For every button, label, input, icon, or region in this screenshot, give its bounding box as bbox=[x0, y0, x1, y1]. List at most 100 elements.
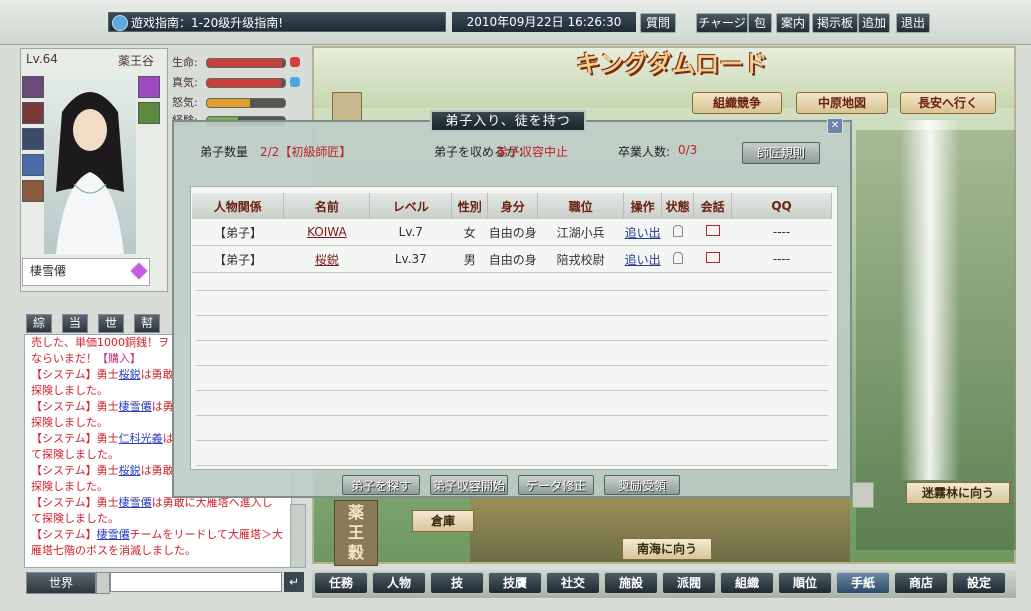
guild-label: 薬王谷 bbox=[118, 54, 155, 68]
col-relation: 人物関係 bbox=[192, 193, 285, 219]
menu-button-3[interactable]: 技贋 bbox=[488, 572, 542, 594]
chat-text: 売した、単価1000銅銭！ヲ bbox=[31, 336, 169, 349]
character-portrait bbox=[44, 72, 136, 254]
chat-text: 探険しました。 bbox=[31, 480, 108, 493]
empty-table-row bbox=[196, 366, 828, 391]
skill-icon[interactable] bbox=[138, 102, 160, 124]
skill-icon[interactable] bbox=[22, 102, 44, 124]
buy-link[interactable]: 【購入】 bbox=[97, 352, 141, 365]
menu-button-1[interactable]: 人物 bbox=[372, 572, 426, 594]
empty-table-row bbox=[196, 266, 828, 291]
chat-tab-guild[interactable]: 幇 bbox=[134, 314, 160, 333]
skill-icon[interactable] bbox=[22, 180, 44, 202]
exit-button[interactable]: 退出 bbox=[896, 13, 930, 33]
disciple-name-link[interactable]: 桜鋭 bbox=[315, 253, 339, 267]
mentor-rules-button[interactable]: 師匠規則 bbox=[742, 142, 820, 164]
find-disciple-button[interactable]: 弟子を探す bbox=[342, 475, 420, 495]
expel-link[interactable]: 追い出 bbox=[625, 253, 661, 267]
warehouse-button[interactable]: 倉庫 bbox=[412, 510, 474, 532]
empty-table-row bbox=[196, 391, 828, 416]
scroll-icon[interactable] bbox=[332, 92, 362, 122]
chat-tab-all[interactable]: 綜 bbox=[26, 314, 52, 333]
skill-icon[interactable] bbox=[22, 128, 44, 150]
reward-receive-button[interactable]: 奨励受領 bbox=[604, 475, 680, 495]
close-icon[interactable]: ✕ bbox=[827, 118, 843, 134]
chat-tab-world[interactable]: 世 bbox=[98, 314, 124, 333]
chat-tab-local[interactable]: 当 bbox=[62, 314, 88, 333]
menu-button-9[interactable]: 手紙 bbox=[836, 572, 890, 594]
player-name-link[interactable]: 仁科光義 bbox=[119, 432, 163, 445]
start-recruit-button[interactable]: 弟子収容開始 bbox=[430, 475, 508, 495]
sex-cell: 女 bbox=[451, 219, 488, 246]
menu-button-10[interactable]: 商店 bbox=[894, 572, 948, 594]
chat-line: て探険しました。 bbox=[25, 511, 291, 527]
player-name-link[interactable]: 棲雪僊 bbox=[97, 528, 130, 541]
mail-icon[interactable] bbox=[705, 225, 720, 236]
goto-south-sea-button[interactable]: 南海に向う bbox=[622, 538, 712, 560]
table-row: 【弟子】 KOIWA Lv.7 女 自由の身 江湖小兵 追い出 ---- bbox=[192, 219, 832, 246]
menu-button-8[interactable]: 順位 bbox=[778, 572, 832, 594]
mp-bar bbox=[206, 78, 286, 88]
guide-ticker[interactable]: 遊戏指南：1-20级升级指南! bbox=[108, 12, 446, 32]
disciple-name-link[interactable]: KOIWA bbox=[307, 225, 347, 239]
player-name-link[interactable]: 棲雪僊 bbox=[119, 400, 152, 413]
chat-text: は勇敢 bbox=[140, 464, 174, 477]
skill-icon[interactable] bbox=[138, 76, 160, 98]
hp-bar bbox=[206, 58, 286, 68]
send-icon[interactable]: ↵ bbox=[284, 572, 304, 592]
add-button[interactable]: 追加 bbox=[858, 13, 890, 33]
map-side-tab[interactable] bbox=[852, 482, 874, 508]
hp-potion-icon[interactable] bbox=[290, 57, 300, 67]
chat-input[interactable] bbox=[110, 572, 282, 592]
mp-potion-icon[interactable] bbox=[290, 77, 300, 87]
charge-button[interactable]: チャージ bbox=[696, 13, 748, 33]
dialog-title: 弟子入り、徒を持つ bbox=[430, 110, 586, 132]
chat-text: 【システム】 bbox=[31, 528, 97, 541]
menu-button-4[interactable]: 社交 bbox=[546, 572, 600, 594]
rage-bar bbox=[206, 98, 286, 108]
graduates-value: 0/3 bbox=[678, 143, 698, 157]
chat-text: て探険しました。 bbox=[31, 512, 119, 525]
channel-toggle[interactable] bbox=[96, 572, 110, 594]
central-map-button[interactable]: 中原地図 bbox=[796, 92, 888, 114]
chat-text: ならいまだ！ bbox=[31, 352, 97, 365]
menu-button-5[interactable]: 施設 bbox=[604, 572, 658, 594]
waterfall-scenery bbox=[900, 120, 960, 480]
disciple-table: 人物関係 名前 レベル 性別 身分 職位 操作 状態 会話 QQ 【弟子】 KO… bbox=[192, 193, 832, 273]
skill-icon[interactable] bbox=[22, 154, 44, 176]
mail-icon[interactable] bbox=[705, 252, 720, 263]
menu-button-7[interactable]: 組織 bbox=[720, 572, 774, 594]
empty-table-row bbox=[196, 441, 828, 466]
goto-changan-button[interactable]: 長安へ行く bbox=[900, 92, 996, 114]
menu-button-2[interactable]: 技 bbox=[430, 572, 484, 594]
chat-text: は勇 bbox=[151, 400, 174, 413]
mp-label: 真気: bbox=[172, 76, 198, 89]
menu-button-6[interactable]: 派閥 bbox=[662, 572, 716, 594]
bbs-button[interactable]: 掲示板 bbox=[812, 13, 858, 33]
goto-fog-forest-button[interactable]: 迷霧林に向う bbox=[906, 482, 1010, 504]
data-fix-button[interactable]: データ修正 bbox=[518, 475, 594, 495]
chat-text: 探険しました。 bbox=[31, 416, 108, 429]
chat-text: は勇敢 bbox=[140, 368, 174, 381]
org-battle-button[interactable]: 組織競争 bbox=[692, 92, 782, 114]
speaker-icon[interactable] bbox=[112, 15, 128, 31]
player-name-link[interactable]: 桜鋭 bbox=[119, 464, 141, 477]
player-name-link[interactable]: 棲雪僊 bbox=[119, 496, 152, 509]
expel-link[interactable]: 追い出 bbox=[625, 226, 661, 240]
question-button[interactable]: 質問 bbox=[640, 13, 676, 33]
game-logo: キングダムロード bbox=[576, 49, 768, 78]
empty-table-row bbox=[196, 416, 828, 441]
bag-button[interactable]: 包 bbox=[748, 13, 772, 33]
channel-select[interactable]: 世界 bbox=[26, 572, 96, 594]
skill-icon[interactable] bbox=[22, 76, 44, 98]
col-sex: 性別 bbox=[451, 193, 489, 219]
menu-button-11[interactable]: 設定 bbox=[952, 572, 1006, 594]
guide-button[interactable]: 案内 bbox=[776, 13, 810, 33]
chat-text: 【システム】勇士 bbox=[31, 496, 119, 509]
level-cell: Lv.7 bbox=[369, 219, 452, 246]
empty-table-row bbox=[196, 291, 828, 316]
player-name-link[interactable]: 桜鋭 bbox=[119, 368, 141, 381]
menu-button-0[interactable]: 任務 bbox=[314, 572, 368, 594]
chat-scrollbar[interactable] bbox=[290, 504, 306, 568]
status-cell: 自由の身 bbox=[487, 219, 538, 246]
